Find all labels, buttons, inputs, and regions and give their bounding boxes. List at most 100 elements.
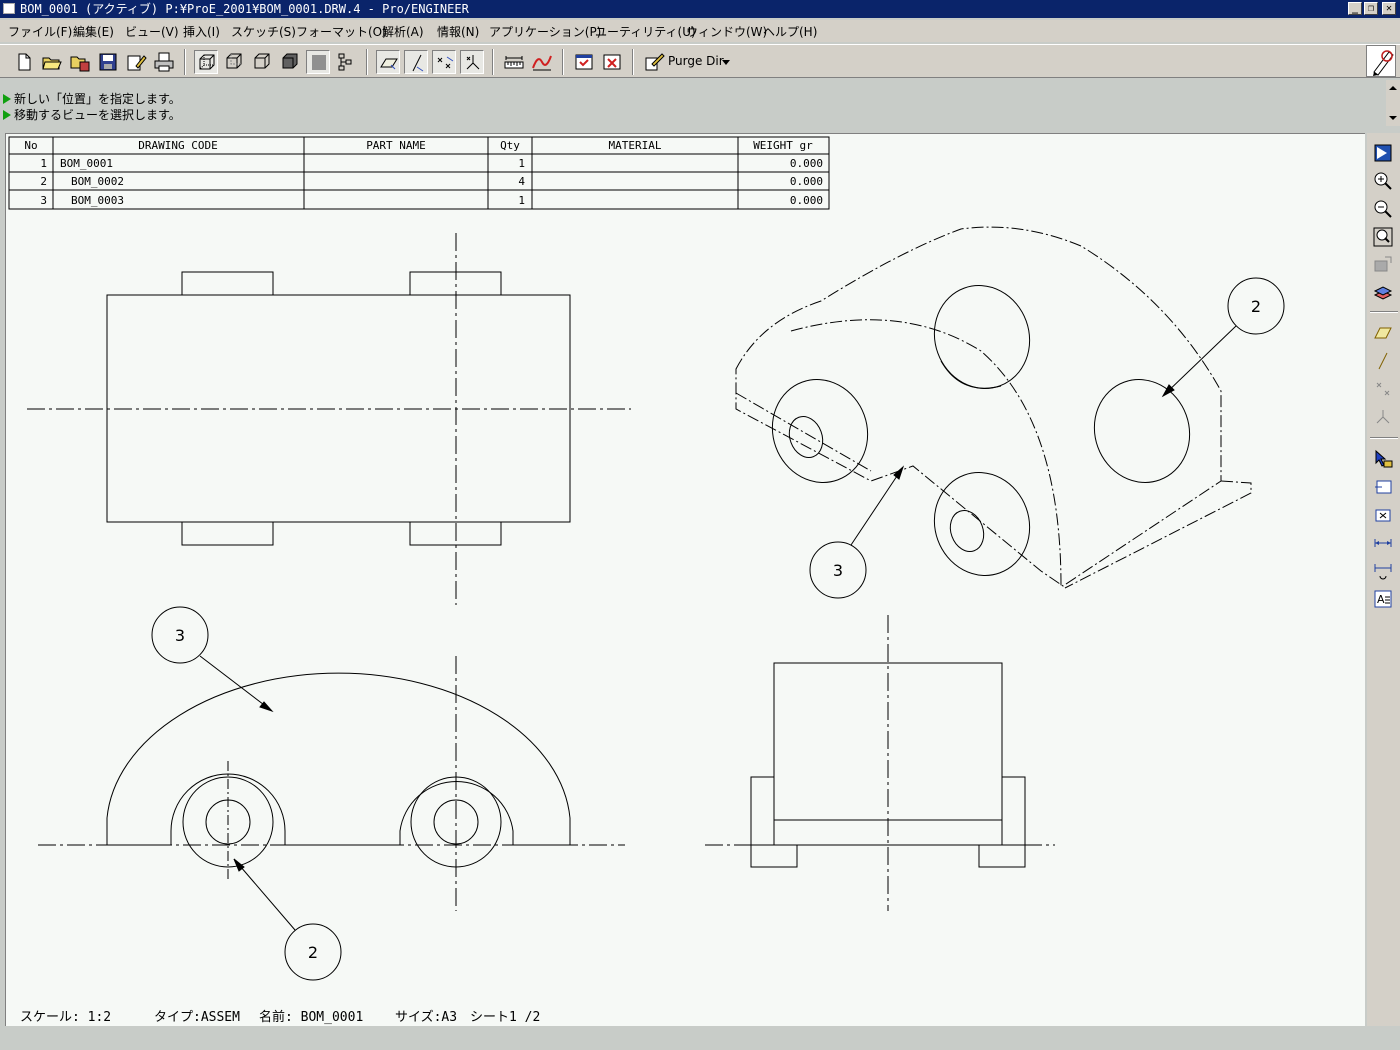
drawing-svg: No DRAWING CODE PART NAME Qty MATERIAL W…: [8, 136, 1285, 981]
status-size: サイズ:A3: [395, 1010, 458, 1025]
balloon-iso-3[interactable]: [809, 465, 905, 599]
activate-window-icon[interactable]: [572, 50, 596, 74]
bom-row-qty: 1: [518, 194, 525, 207]
right-toolbar: A: [1367, 133, 1400, 1026]
menu-insert[interactable]: 挿入(I): [183, 23, 220, 40]
menu-format[interactable]: フォーマット(O): [296, 23, 387, 40]
ordinate-dimension-icon[interactable]: [1373, 561, 1393, 581]
green-arrow-icon: [3, 94, 11, 104]
bom-header-material: MATERIAL: [609, 139, 662, 152]
point-display-icon[interactable]: [1373, 379, 1393, 399]
status-sheet: シート1 /2: [470, 1010, 541, 1025]
refit-icon[interactable]: [1373, 227, 1393, 247]
zoom-in-icon[interactable]: [1373, 171, 1393, 191]
right-toolbar-separator: [1370, 437, 1398, 439]
delete-item-icon[interactable]: [1373, 505, 1393, 525]
print-icon[interactable]: [152, 50, 176, 74]
status-type: タイプ:ASSEM: [154, 1010, 240, 1025]
menu-sketch[interactable]: スケッチ(S): [231, 23, 296, 40]
select-icon[interactable]: [1373, 449, 1393, 469]
save-icon[interactable]: [96, 50, 120, 74]
minimize-button[interactable]: _: [1348, 2, 1362, 15]
wireframe-icon[interactable]: [194, 50, 218, 74]
hidden-line-icon[interactable]: [222, 50, 246, 74]
bom-header-code: DRAWING CODE: [138, 139, 217, 152]
measure-icon[interactable]: [502, 50, 526, 74]
bom-row-weight: 0.000: [790, 194, 823, 207]
bom-row-no: 1: [40, 157, 47, 170]
balloon-iso-2-label: 2: [1251, 297, 1261, 316]
new-file-icon[interactable]: [12, 50, 36, 74]
message-line: 移動するビューを選択します。: [3, 106, 181, 123]
bom-row-qty: 1: [518, 157, 525, 170]
bom-header-part: PART NAME: [366, 139, 426, 152]
right-toolbar-separator: [1370, 311, 1398, 313]
menu-analysis[interactable]: 解析(A): [382, 23, 424, 40]
toolbar-separator: [184, 49, 186, 75]
message-scrollbar[interactable]: [1386, 80, 1400, 126]
menu-edit[interactable]: 編集(E): [73, 23, 114, 40]
isometric-view[interactable]: [735, 226, 1252, 589]
close-window-icon[interactable]: [600, 50, 624, 74]
menu-utilities[interactable]: ユーティリティ(U): [595, 23, 696, 40]
orient-icon[interactable]: [1373, 255, 1393, 275]
menu-applications[interactable]: アプリケーション(P): [489, 23, 601, 40]
message-line: 新しい「位置」を指定します。: [3, 90, 181, 107]
green-arrow-icon: [3, 110, 11, 120]
layers-icon[interactable]: [1373, 283, 1393, 303]
text-style-icon[interactable]: A: [1373, 589, 1393, 609]
restore-button[interactable]: ❐: [1364, 2, 1378, 15]
bom-row-weight: 0.000: [790, 175, 823, 188]
front-view[interactable]: [38, 656, 625, 911]
menu-file[interactable]: ファイル(F): [8, 23, 72, 40]
toolbar-separator: [632, 49, 634, 75]
chevron-down-icon[interactable]: [722, 60, 730, 65]
shading-icon[interactable]: [278, 50, 302, 74]
save-copy-icon[interactable]: [124, 50, 148, 74]
menu-window[interactable]: ウィンドウ(W): [686, 23, 767, 40]
model-tree-icon[interactable]: [334, 50, 358, 74]
close-button[interactable]: ✕: [1382, 2, 1396, 15]
purge-dir-label: Purge Dir: [668, 54, 724, 68]
bom-row-no: 2: [40, 175, 47, 188]
no-hidden-icon[interactable]: [250, 50, 274, 74]
bom-row-weight: 0.000: [790, 157, 823, 170]
zoom-out-icon[interactable]: [1373, 199, 1393, 219]
shaded-view-icon[interactable]: [306, 50, 330, 74]
pen-icon[interactable]: [1366, 45, 1396, 77]
drawing-canvas[interactable]: No DRAWING CODE PART NAME Qty MATERIAL W…: [5, 133, 1365, 1026]
toolbar-separator: [492, 49, 494, 75]
open-folder-icon[interactable]: [40, 50, 64, 74]
open-model-icon[interactable]: [68, 50, 92, 74]
coord-sys-icon[interactable]: [460, 50, 484, 74]
axis-display-icon[interactable]: [1373, 351, 1393, 371]
balloon-iso-2[interactable]: [1161, 277, 1285, 398]
side-view[interactable]: [705, 615, 1055, 911]
purge-icon: [645, 53, 665, 71]
repaint-icon[interactable]: [1373, 143, 1393, 163]
bom-header-weight: WEIGHT gr: [753, 139, 813, 152]
title-bar: BOM_0001 (アクティブ) P:¥ProE_2001¥BOM_0001.D…: [0, 0, 1400, 18]
bom-header-qty: Qty: [500, 139, 520, 152]
toolbar-separator: [562, 49, 564, 75]
balloon-front-3-label: 3: [175, 626, 185, 645]
bom-header-no: No: [24, 139, 37, 152]
datum-point-icon[interactable]: [432, 50, 456, 74]
csys-display-icon[interactable]: [1373, 407, 1393, 427]
curve-analysis-icon[interactable]: [530, 50, 554, 74]
datum-axis-icon[interactable]: [404, 50, 428, 74]
balloon-front-2[interactable]: [233, 858, 342, 981]
message-area: 新しい「位置」を指定します。 移動するビューを選択します。: [0, 86, 1386, 126]
menu-view[interactable]: ビュー(V): [125, 23, 179, 40]
top-view[interactable]: [27, 233, 631, 605]
balloon-front-3[interactable]: [151, 606, 274, 713]
dimension-icon[interactable]: [1373, 533, 1393, 553]
menu-info[interactable]: 情報(N): [437, 23, 479, 40]
menu-help[interactable]: ヘルプ(H): [763, 23, 817, 40]
bom-row-code: BOM_0003: [71, 194, 124, 207]
main-toolbar: Purge Dir: [0, 44, 1400, 78]
datum-plane-icon[interactable]: [376, 50, 400, 74]
note-icon[interactable]: [1373, 477, 1393, 497]
datum-plane-display-icon[interactable]: [1373, 323, 1393, 343]
purge-dir-button[interactable]: Purge Dir: [642, 50, 736, 74]
